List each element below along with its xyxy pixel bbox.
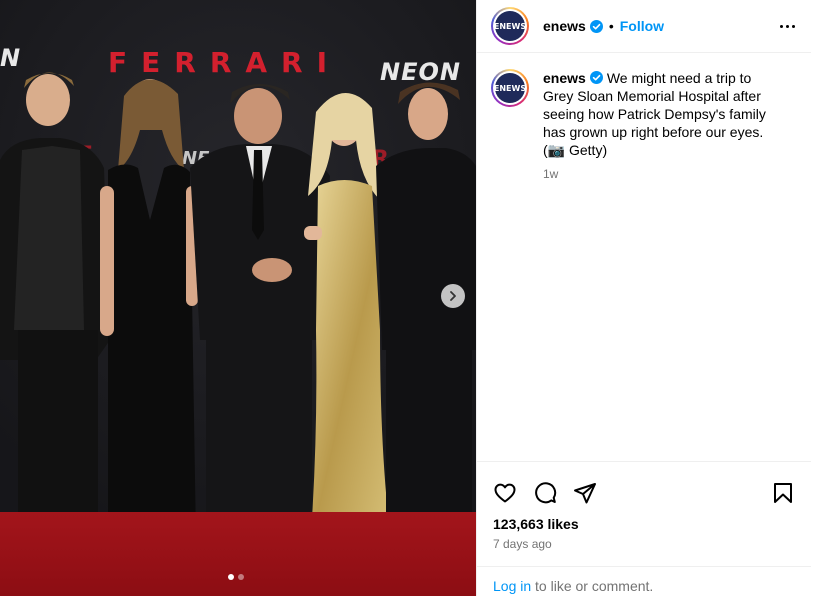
post-media[interactable]: F F R NEO	[0, 0, 476, 596]
follow-button[interactable]: Follow	[620, 18, 664, 34]
red-carpet	[0, 512, 476, 596]
send-icon[interactable]	[573, 481, 597, 505]
caption-avatar[interactable]: ENEWS	[491, 69, 529, 107]
header-username[interactable]: enews	[543, 18, 586, 34]
post-header: ENEWS enews • Follow	[477, 0, 811, 53]
login-prompt: Log in to like or comment.	[477, 566, 811, 598]
carousel-next-button[interactable]	[441, 284, 465, 308]
carousel-dot	[238, 574, 244, 580]
likes-count[interactable]: 123,663 likes	[477, 512, 811, 532]
action-bar	[477, 462, 811, 512]
caption-avatar-logo: ENEWS	[494, 73, 526, 103]
caption-verified-badge-icon	[589, 71, 603, 84]
post-side-panel: ENEWS enews • Follow ENEWS enews We might	[476, 0, 811, 596]
verified-badge-icon	[589, 19, 603, 33]
neon-sign: NEON	[380, 58, 461, 86]
carousel-indicator	[228, 574, 244, 580]
comment-icon[interactable]	[533, 481, 557, 505]
bookmark-icon[interactable]	[771, 481, 795, 505]
post-timestamp[interactable]: 7 days ago	[477, 532, 811, 551]
caption-username[interactable]: enews	[543, 70, 586, 86]
heart-icon[interactable]	[493, 481, 517, 505]
avatar[interactable]: ENEWS	[491, 7, 529, 45]
avatar-logo: ENEWS	[494, 11, 526, 41]
chevron-right-icon	[450, 291, 456, 301]
event-photo: F F R NEO	[0, 0, 476, 558]
more-options-icon[interactable]	[780, 24, 795, 28]
caption: ENEWS enews We might need a trip to Grey …	[477, 53, 811, 181]
neon-sign-left: N	[0, 44, 22, 72]
ferrari-sign: FERRARI	[108, 46, 342, 79]
post-footer: 123,663 likes 7 days ago Log in to like …	[477, 461, 811, 594]
header-separator: •	[608, 18, 614, 34]
caption-time[interactable]: 1w	[543, 167, 783, 181]
login-prompt-text: to like or comment.	[531, 578, 654, 594]
login-link[interactable]: Log in	[493, 578, 531, 594]
instagram-post: F F R NEO	[0, 0, 811, 596]
carousel-dot-active	[228, 574, 234, 580]
